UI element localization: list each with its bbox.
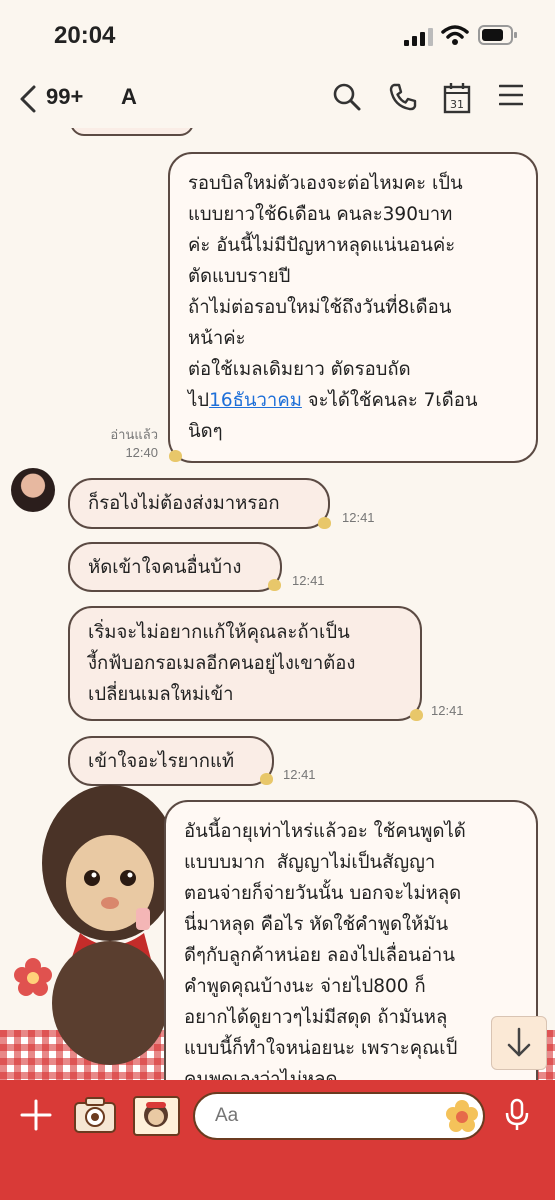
red-flower-decoration [14,958,52,996]
message-input-bar [0,1080,555,1200]
read-receipt: อ่านแล้ว [110,427,158,442]
bear-decoration-icon [169,450,182,462]
sticker-button[interactable] [133,1096,180,1136]
menu-icon[interactable] [499,82,523,106]
camera-icon[interactable] [73,1096,117,1134]
message-meta: อ่านแล้ว 12:40 [96,426,158,462]
microphone-icon[interactable] [504,1098,530,1132]
bear-decoration-icon [268,579,281,591]
status-bar: 20:04 [0,0,555,70]
message-input[interactable] [193,1092,485,1140]
message-time: 12:40 [125,445,158,460]
scroll-to-bottom-button[interactable] [491,1016,547,1070]
message-time: 12:41 [292,573,325,588]
message-time: 12:41 [342,510,375,525]
phone-call-icon[interactable] [388,82,418,112]
search-icon[interactable] [332,82,362,112]
outgoing-message-bubble[interactable]: รอบบิลใหม่ตัวเองจะต่อไหมคะ เป็น แบบยาวใช… [168,152,538,463]
chat-title[interactable]: A [121,84,137,110]
unread-count-badge[interactable]: 99+ [46,84,83,110]
chat-messages-area[interactable]: รอบบิลใหม่ตัวเองจะต่อไหมคะ เป็น แบบยาวใช… [0,128,555,1080]
outgoing-message-bubble[interactable]: อันนี้อายุเท่าไหร่แล้วอะ ใช้คนพูดได้ แบบ… [164,800,538,1080]
bear-decoration-icon [260,773,273,785]
wifi-icon [441,25,469,45]
svg-text:31: 31 [450,98,464,111]
battery-icon [478,25,517,45]
message-text: หัดเข้าใจคนอื่นบ้าง [88,557,242,578]
incoming-message-bubble[interactable]: ก็รอไงไม่ต้องส่งมาหรอก [68,478,330,529]
back-chevron-icon[interactable] [18,84,38,114]
cellular-signal-icon [404,28,433,46]
monkey-plush-sticker [42,785,178,1065]
message-text: เริ่มจะไม่อยากแก้ให้คุณละถ้าเป็น งี้กฟ้บ… [88,622,356,705]
incoming-message-bubble[interactable]: หัดเข้าใจคนอื่นบ้าง [68,542,282,592]
calendar-icon[interactable]: 31 [443,82,471,114]
message-text: รอบบิลใหม่ตัวเองจะต่อไหมคะ เป็น แบบยาวใช… [188,173,463,380]
partial-message-bubble [70,128,194,136]
emoji-flower-icon[interactable] [446,1100,478,1132]
arrow-down-icon [507,1027,531,1057]
incoming-message-bubble[interactable]: เริ่มจะไม่อยากแก้ให้คุณละถ้าเป็น งี้กฟ้บ… [68,606,422,721]
status-time: 20:04 [54,22,116,49]
plus-icon[interactable] [20,1099,52,1131]
message-time: 12:41 [283,767,316,782]
monkey-sticker-icon [144,1102,168,1127]
chat-header: 99+ A 31 [0,70,555,128]
bear-decoration-icon [318,517,331,529]
contact-avatar[interactable] [11,468,55,512]
message-text: ก็รอไงไม่ต้องส่งมาหรอก [88,493,280,514]
date-link[interactable]: 16ธันวาคม [209,390,302,411]
bear-decoration-icon [410,709,423,721]
message-text-prefix: ไป [188,390,210,411]
message-time: 12:41 [431,703,464,718]
message-text: อันนี้อายุเท่าไหร่แล้วอะ ใช้คนพูดได้ แบบ… [184,821,466,1080]
